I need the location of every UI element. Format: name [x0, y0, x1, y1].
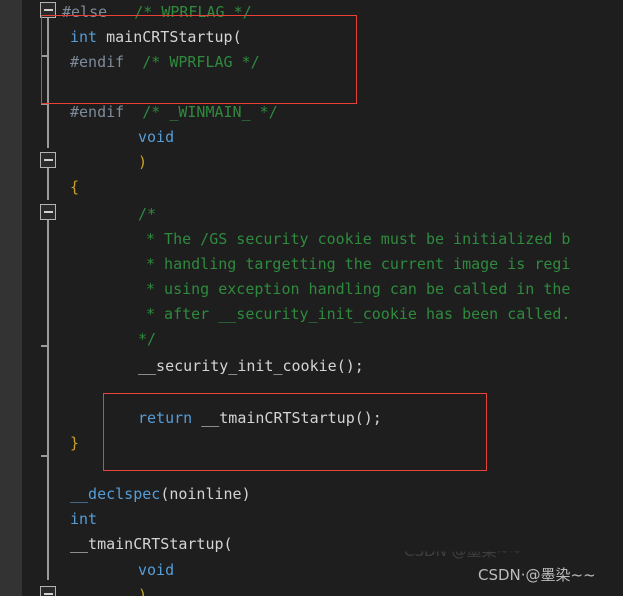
code-token: int: [70, 510, 98, 528]
fold-toggle-paren[interactable]: [40, 152, 56, 168]
code-line[interactable]: /*: [138, 202, 156, 227]
fold-toggle-comment[interactable]: [40, 204, 56, 220]
fold-guide-line: [47, 168, 49, 200]
code-token: void: [138, 561, 175, 579]
code-token: ): [138, 586, 148, 596]
code-token: __security_init_cookie: [138, 357, 337, 375]
watermark-csdn: CSDN·@墨染~~: [478, 566, 596, 584]
code-line[interactable]: * using exception handling can be called…: [146, 277, 570, 302]
code-token: __declspec: [70, 485, 161, 503]
code-token: __tmainCRTStartup: [70, 535, 224, 553]
editor-gutter-inner: [22, 0, 36, 596]
fold-tick-closebrace: [41, 455, 49, 457]
fold-guide-line: [47, 16, 49, 148]
code-token: /*: [138, 205, 157, 223]
code-line[interactable]: #else /* WPRFLAG */: [62, 0, 252, 25]
code-token: /* _WINMAIN_ */: [142, 103, 278, 121]
code-token: void: [138, 128, 175, 146]
code-line[interactable]: }: [70, 431, 79, 456]
code-token: * handling targetting the current image …: [146, 255, 571, 273]
code-token: #endif: [70, 53, 125, 71]
fold-tick-commentend: [41, 345, 49, 347]
code-token: /* WPRFLAG */: [134, 3, 252, 21]
code-token: }: [70, 434, 80, 452]
code-line[interactable]: void: [138, 558, 174, 583]
code-line[interactable]: * after __security_init_cookie has been …: [146, 302, 570, 327]
code-token: ();: [354, 409, 382, 427]
code-line[interactable]: void: [138, 125, 174, 150]
code-line[interactable]: __declspec(noinline): [70, 482, 251, 507]
code-line[interactable]: */: [138, 327, 156, 352]
code-line[interactable]: ): [138, 150, 147, 175]
editor-gutter-outer: [0, 0, 22, 596]
code-line[interactable]: #endif /* _WINMAIN_ */: [70, 100, 278, 125]
code-text-area[interactable]: #else /* WPRFLAG */int mainCRTStartup(#e…: [62, 0, 623, 596]
code-token: (: [223, 535, 233, 553]
code-line[interactable]: * The /GS security cookie must be initia…: [146, 227, 570, 252]
code-folding-column[interactable]: [36, 0, 62, 596]
fold-toggle-bottom[interactable]: [40, 586, 56, 596]
code-token: ();: [336, 357, 364, 375]
fold-tick-endif: [41, 55, 49, 57]
code-line[interactable]: ): [138, 583, 147, 596]
code-token: (: [160, 485, 170, 503]
fold-toggle-else[interactable]: [40, 2, 56, 18]
code-line[interactable]: * handling targetting the current image …: [146, 252, 570, 277]
code-token: #else: [62, 3, 108, 21]
code-token: #endif: [70, 103, 125, 121]
code-token: * using exception handling can be called…: [146, 280, 571, 298]
code-line[interactable]: int: [70, 507, 97, 532]
code-token: {: [70, 178, 80, 196]
code-token: mainCRTStartup: [106, 28, 233, 46]
code-token: * The /GS security cookie must be initia…: [146, 230, 571, 248]
code-line[interactable]: {: [70, 175, 79, 200]
code-token: (: [232, 28, 242, 46]
code-token: __tmainCRTStartup: [201, 409, 355, 427]
code-line[interactable]: int mainCRTStartup(: [70, 25, 242, 50]
code-token: */: [138, 330, 157, 348]
code-editor-view[interactable]: #else /* WPRFLAG */int mainCRTStartup(#e…: [0, 0, 623, 596]
code-line[interactable]: __security_init_cookie();: [138, 354, 364, 379]
code-token: ): [241, 485, 251, 503]
code-token: int: [70, 28, 98, 46]
code-token: return: [138, 409, 193, 427]
code-token: noinline: [169, 485, 242, 503]
fold-guide-line: [47, 220, 49, 580]
code-token: * after __security_init_cookie has been …: [146, 305, 571, 323]
code-line[interactable]: return __tmainCRTStartup();: [138, 406, 382, 431]
code-line[interactable]: #endif /* WPRFLAG */: [70, 50, 260, 75]
code-token: /* WPRFLAG */: [142, 53, 260, 71]
fold-tick-winmain: [41, 103, 49, 105]
code-token: ): [138, 153, 148, 171]
code-line[interactable]: __tmainCRTStartup(: [70, 532, 233, 557]
